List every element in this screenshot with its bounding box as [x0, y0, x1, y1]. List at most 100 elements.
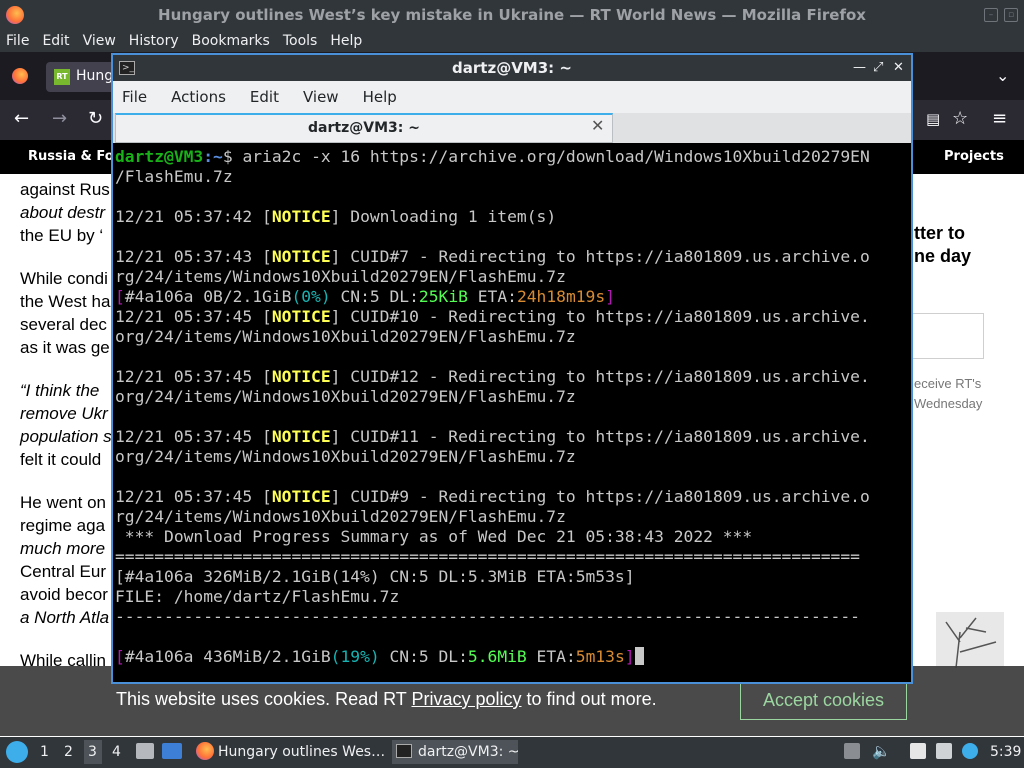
bracket: ]	[624, 647, 635, 666]
timestamp: 12/21 05:37:45 [	[115, 307, 272, 326]
article-line: much more	[20, 539, 106, 558]
start-menu-icon[interactable]	[6, 741, 28, 763]
accept-cookies-button[interactable]: Accept cookies	[740, 680, 907, 720]
menu-bookmarks[interactable]: Bookmarks	[192, 33, 270, 49]
menu-history[interactable]: History	[129, 33, 179, 49]
clock[interactable]: 5:39	[990, 744, 1021, 760]
terminal-title-bar[interactable]: dartz@VM3: ~	[113, 55, 911, 81]
sidebar-note: Wednesday	[914, 396, 983, 411]
volume-icon[interactable]: 🔈	[872, 742, 891, 760]
terminal-line: 12/21 05:37:45 [NOTICE] CUID#9 - Redirec…	[115, 487, 909, 507]
taskbar-terminal-label: dartz@VM3: ~	[418, 744, 520, 760]
sidebar-photo[interactable]	[936, 612, 1004, 669]
article-line: He went on	[20, 493, 106, 512]
log-message: ] CUID#10 - Redirecting to https://ia801…	[330, 307, 870, 326]
prompt-user: dartz@VM3	[115, 147, 204, 166]
summary-rule: ----------------------------------------…	[115, 607, 860, 626]
menu-view[interactable]: View	[83, 33, 116, 49]
cookie-prefix: This website uses cookies. Read RT	[116, 689, 412, 709]
terminal-line: org/24/items/Windows10Xbuild20279EN/Flas…	[115, 447, 576, 466]
progress-eta: 5m13s	[575, 647, 625, 666]
sidebar-headline: tter to	[914, 223, 965, 243]
article-line: about destr	[20, 203, 106, 222]
terminal-menu-help[interactable]: Help	[363, 88, 397, 106]
clipboard-icon[interactable]	[910, 743, 926, 759]
terminal-tab-close-icon[interactable]: ✕	[591, 116, 604, 135]
hamburger-menu-icon[interactable]: ≡	[992, 108, 1007, 129]
notifications-icon[interactable]	[962, 743, 978, 759]
minimize-icon[interactable]: –	[984, 8, 998, 22]
progress-percent: (19%)	[330, 647, 380, 666]
privacy-policy-link[interactable]: Privacy policy	[411, 689, 521, 709]
terminal-cursor	[634, 647, 644, 665]
network-icon[interactable]	[936, 743, 952, 759]
log-message: ] CUID#9 - Redirecting to https://ia8018…	[330, 487, 870, 506]
progress-size: #4a106a 0B/2.1GiB	[124, 287, 292, 306]
show-desktop-icon[interactable]	[162, 743, 182, 759]
workspace-2[interactable]: 2	[64, 744, 73, 760]
back-arrow-icon[interactable]: ←	[14, 108, 29, 129]
firefox-title-bar: Hungary outlines West’s key mistake in U…	[0, 0, 1024, 30]
workspace-3[interactable]: 3	[88, 744, 97, 760]
forward-arrow-icon[interactable]: →	[52, 108, 67, 129]
terminal-menu-edit[interactable]: Edit	[250, 88, 279, 106]
terminal-task-icon	[396, 744, 412, 758]
rt-nav-russia-former-ussr[interactable]: Russia & For	[28, 149, 120, 164]
progress-conn: CN:5 DL:	[379, 647, 468, 666]
reload-icon[interactable]: ↻	[88, 108, 103, 129]
article-line: remove Ukr	[20, 404, 108, 423]
prompt-symbol: $	[222, 147, 243, 166]
terminal-minimize-icon[interactable]: —	[853, 60, 866, 75]
terminal-restore-icon[interactable]: ⤢	[873, 60, 883, 75]
workspace-4[interactable]: 4	[112, 744, 121, 760]
terminal-tab[interactable]: dartz@VM3: ~	[115, 113, 613, 143]
terminal-app-icon: >_	[119, 61, 135, 75]
terminal-menubar: File Actions Edit View Help	[113, 81, 911, 113]
article-line: a North Atla	[20, 608, 110, 627]
terminal-menu-file[interactable]: File	[122, 88, 147, 106]
browser-tab-label: Hung	[76, 68, 114, 84]
terminal-line: 12/21 05:37:45 [NOTICE] CUID#11 - Redire…	[115, 427, 909, 447]
terminal-close-icon[interactable]: ✕	[893, 60, 904, 75]
notice-tag: NOTICE	[271, 487, 331, 506]
terminal-menu-view[interactable]: View	[303, 88, 339, 106]
taskbar-firefox-task[interactable]: Hungary outlines Wes…	[218, 740, 385, 764]
reader-view-icon[interactable]: ▤	[926, 110, 940, 128]
article-line: regime aga	[20, 516, 106, 535]
notice-tag: NOTICE	[271, 247, 331, 266]
timestamp: 12/21 05:37:45 [	[115, 487, 272, 506]
terminal-line: 12/21 05:37:43 [NOTICE] CUID#7 - Redirec…	[115, 247, 909, 267]
maximize-icon[interactable]: ▫	[1004, 8, 1018, 22]
terminal-menu-actions[interactable]: Actions	[171, 88, 226, 106]
rt-nav-projects[interactable]: Projects	[944, 149, 1004, 164]
notice-tag: NOTICE	[271, 307, 331, 326]
menu-file[interactable]: File	[6, 33, 29, 49]
tree-photo-icon	[945, 617, 997, 669]
firefox-view-icon[interactable]	[12, 68, 28, 84]
terminal-output[interactable]: dartz@VM3:~$ aria2c -x 16 https://archiv…	[115, 147, 909, 681]
menu-tools[interactable]: Tools	[283, 33, 318, 49]
file-manager-icon[interactable]	[136, 743, 154, 759]
tab-list-chevron-down-icon[interactable]: ⌄	[996, 66, 1009, 85]
cookie-text: This website uses cookies. Read RT Priva…	[116, 689, 657, 710]
log-message: ] CUID#12 - Redirecting to https://ia801…	[330, 367, 870, 386]
timestamp: 12/21 05:37:43 [	[115, 247, 272, 266]
terminal-window-title: dartz@VM3: ~	[452, 59, 572, 77]
menu-edit[interactable]: Edit	[42, 33, 69, 49]
firefox-task-icon	[196, 742, 214, 760]
bookmark-star-icon[interactable]: ☆	[952, 108, 968, 129]
summary-file: FILE: /home/dartz/FlashEmu.7z	[115, 587, 400, 606]
summary-rule: ========================================…	[115, 547, 860, 566]
notice-tag: NOTICE	[271, 207, 331, 226]
update-notifier-icon[interactable]	[844, 743, 860, 759]
progress-speed: 25KiB	[418, 287, 468, 306]
menu-help[interactable]: Help	[330, 33, 362, 49]
terminal-window[interactable]: dartz@VM3: ~ >_ — ⤢ ✕ File Actions Edit …	[111, 53, 913, 684]
rt-favicon-icon: RT	[54, 69, 70, 85]
terminal-line: 12/21 05:37:45 [NOTICE] CUID#10 - Redire…	[115, 307, 909, 327]
summary-header: *** Download Progress Summary as of Wed …	[115, 527, 753, 546]
workspace-1[interactable]: 1	[40, 744, 49, 760]
command-text: aria2c -x 16 https://archive.org/downloa…	[242, 147, 870, 166]
